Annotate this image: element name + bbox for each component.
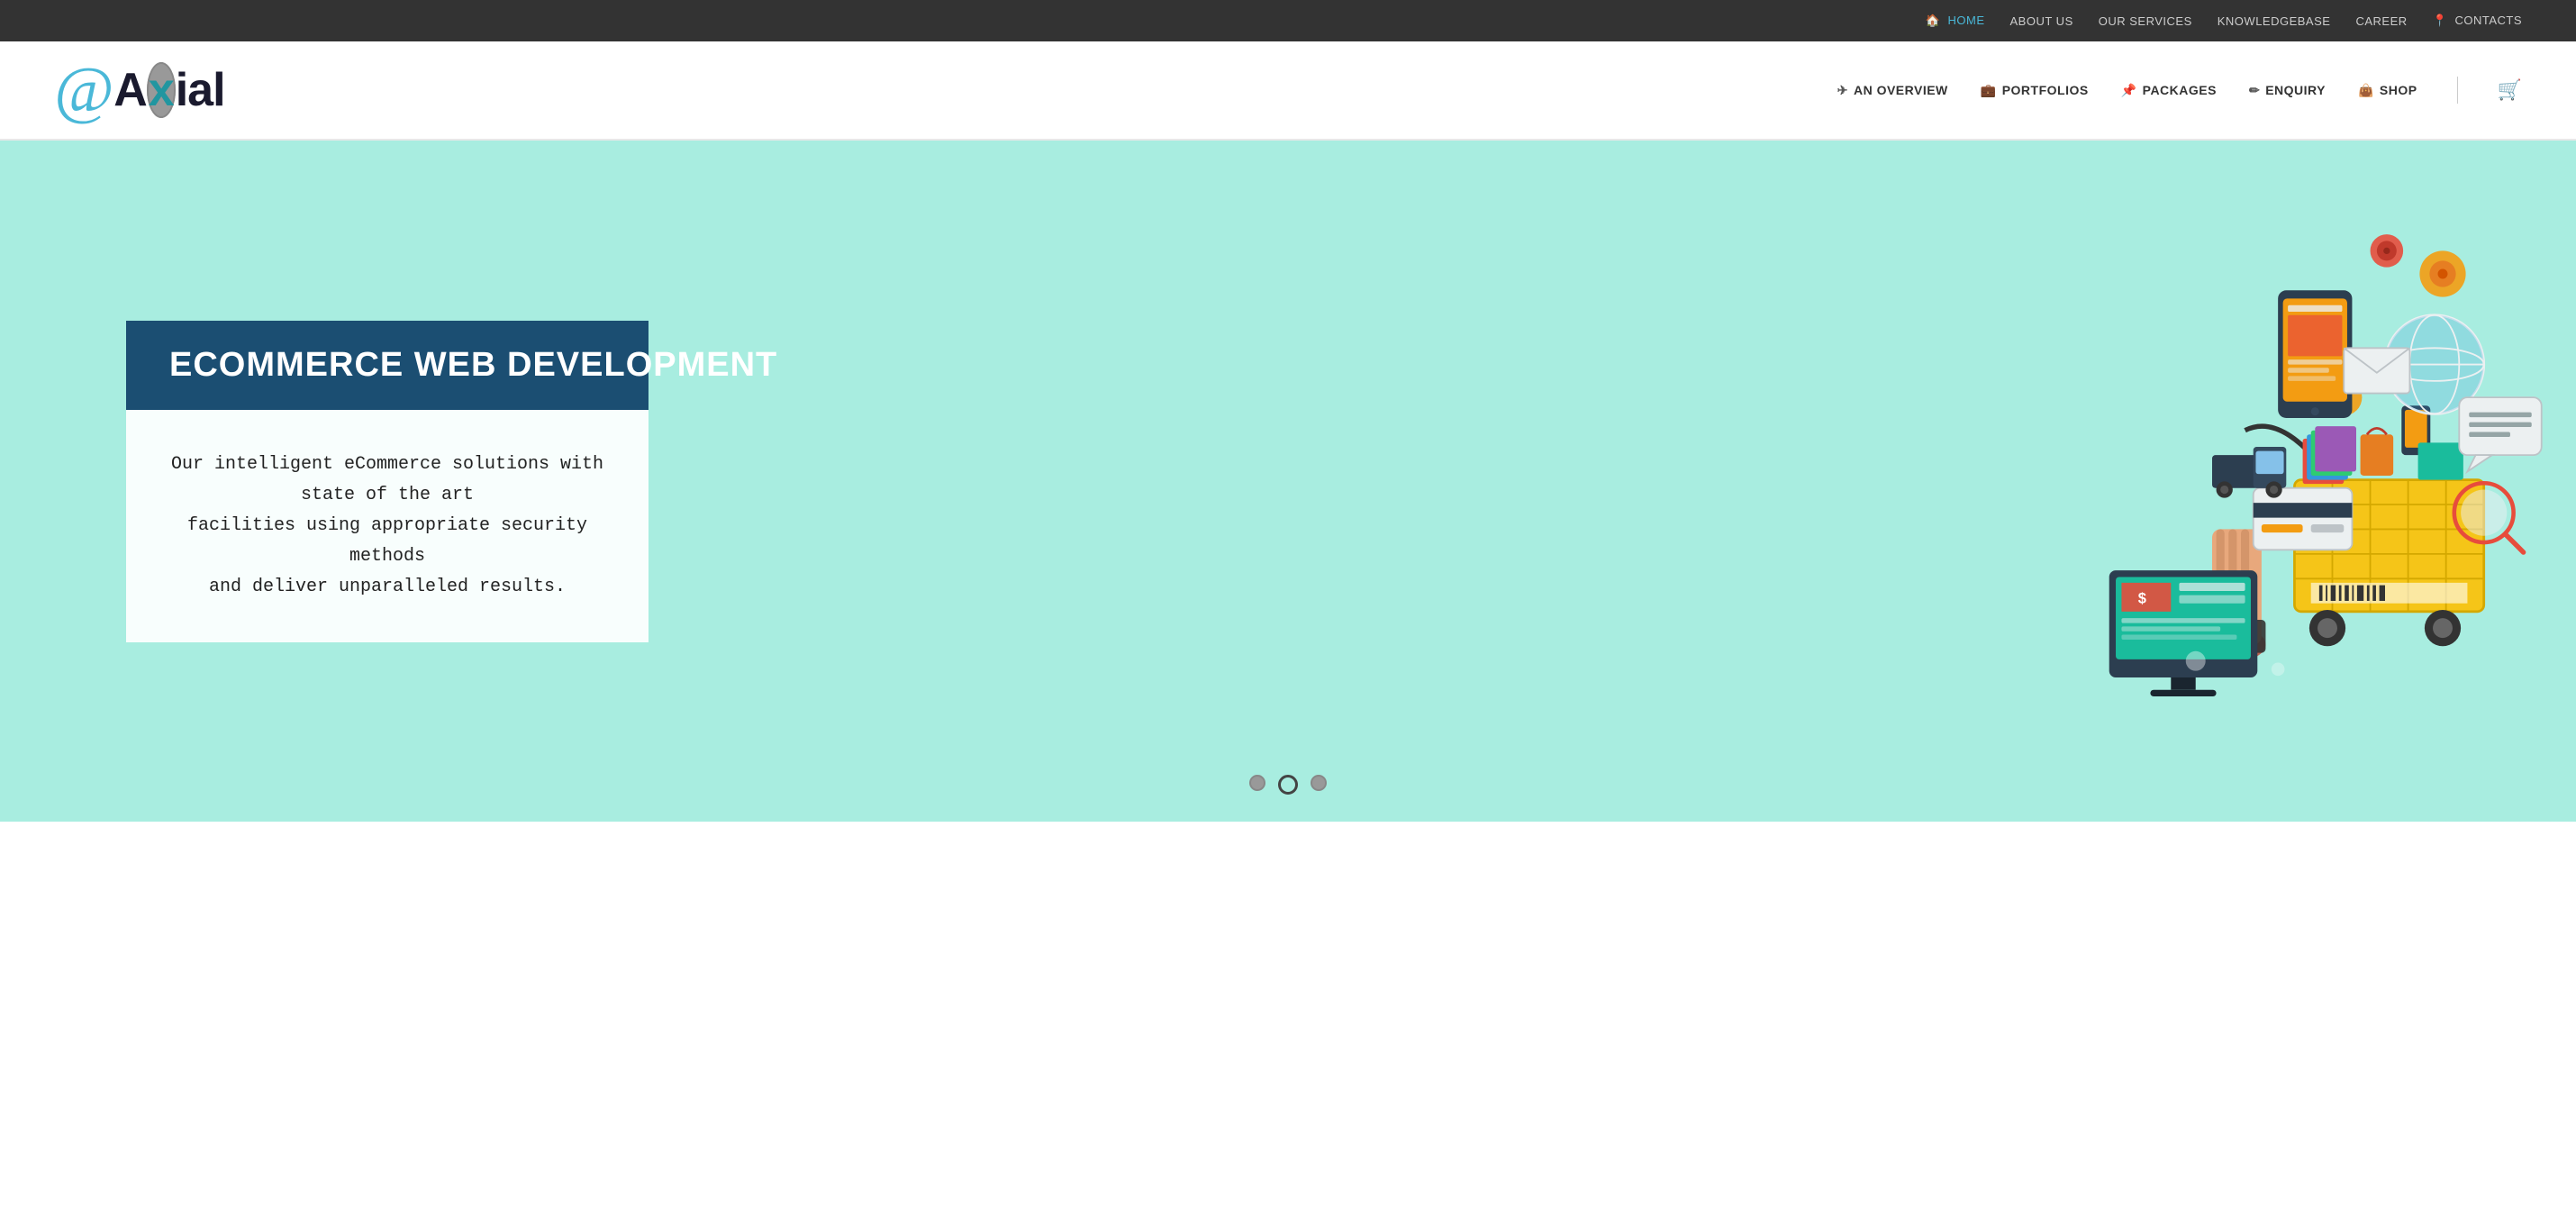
logo-name: Axial [113,63,224,117]
slider-dot-1[interactable] [1249,775,1265,791]
slider-dot-3[interactable] [1311,775,1327,791]
logo-at-symbol: @ [54,58,113,123]
packages-icon: 📌 [2121,83,2137,98]
nav-overview[interactable]: ✈ AN OVERVIEW [1837,83,1948,98]
enquiry-icon: ✏ [2249,83,2260,98]
ecommerce-illustration: $ [1982,159,2558,735]
shop-icon: 👜 [2358,83,2374,98]
main-header: @ Axial ✈ AN OVERVIEW 💼 PORTFOLIOS 📌 PAC… [0,41,2576,141]
top-bar: 🏠 HOME ABOUT US OUR SERVICES KNOWLEDGEBA… [0,0,2576,41]
home-icon: 🏠 [1926,14,1941,27]
hero-title-box: ECOMMERCE WEB DEVELOPMENT [126,321,649,410]
hero-content: ECOMMERCE WEB DEVELOPMENT Our intelligen… [126,321,649,642]
top-nav-contacts[interactable]: 📍 CONTACTS [2433,14,2522,28]
top-nav: 🏠 HOME ABOUT US OUR SERVICES KNOWLEDGEBA… [1926,14,2522,28]
nav-portfolios[interactable]: 💼 PORTFOLIOS [1981,83,2089,98]
nav-enquiry[interactable]: ✏ ENQUIRY [2249,83,2326,98]
hero-desc-box: Our intelligent eCommerce solutions with… [126,410,649,642]
svg-text:$: $ [2138,591,2146,607]
overview-icon: ✈ [1837,83,1848,98]
top-nav-home[interactable]: 🏠 HOME [1926,14,1985,28]
nav-divider [2457,77,2458,104]
portfolios-icon: 💼 [1981,83,1997,98]
cart-button[interactable]: 🛒 [2498,78,2522,102]
logo[interactable]: @ Axial [54,58,225,123]
top-nav-about[interactable]: ABOUT US [2010,14,2073,28]
hero-description: Our intelligent eCommerce solutions with… [169,450,605,603]
slider-dots [1249,775,1327,795]
main-nav: ✈ AN OVERVIEW 💼 PORTFOLIOS 📌 PACKAGES ✏ … [1837,77,2522,104]
top-nav-career[interactable]: CAREER [2355,14,2407,28]
top-nav-knowledgebase[interactable]: KNOWLEDGEBASE [2218,14,2331,28]
hero-section: ECOMMERCE WEB DEVELOPMENT Our intelligen… [0,141,2576,822]
hero-illustration: $ [1159,141,2576,822]
nav-shop[interactable]: 👜 SHOP [2358,83,2417,98]
hero-title: ECOMMERCE WEB DEVELOPMENT [169,346,605,385]
top-nav-services[interactable]: OUR SERVICES [2099,14,2192,28]
nav-packages[interactable]: 📌 PACKAGES [2121,83,2217,98]
slider-dot-2[interactable] [1278,775,1298,795]
location-icon: 📍 [2433,14,2448,27]
